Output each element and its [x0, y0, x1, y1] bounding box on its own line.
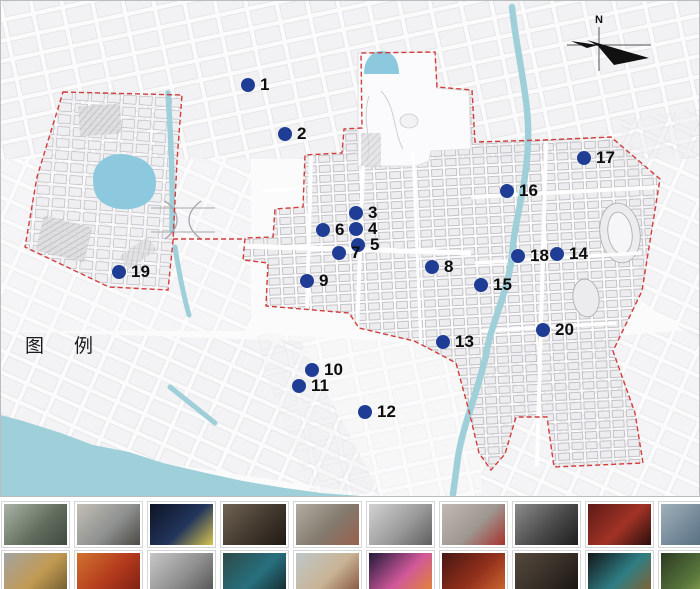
photo-strip [0, 502, 700, 589]
marker-number: 16 [519, 184, 538, 198]
marker-dot [511, 249, 525, 263]
marker-dot [425, 260, 439, 274]
marker-dot [241, 78, 255, 92]
photo-lantern-interior [440, 551, 507, 589]
marker-dot [305, 363, 319, 377]
photo-woven-artifact [2, 551, 69, 589]
map-marker-16[interactable]: 16 [500, 184, 538, 198]
marker-dot [112, 265, 126, 279]
photo-dark-exhibit [513, 551, 580, 589]
map-marker-11[interactable]: 11 [292, 379, 329, 393]
marker-number: 19 [131, 265, 150, 279]
map-marker-8[interactable]: 8 [425, 260, 453, 274]
photo-bw-figure-exhibit [513, 502, 580, 547]
map-marker-19[interactable]: 19 [112, 265, 150, 279]
photo-hall-with-crowd [221, 502, 288, 547]
marker-dot [577, 151, 591, 165]
photo-shophouse-street [2, 502, 69, 547]
photo-arch-display [586, 551, 653, 589]
photo-stone-building [367, 502, 434, 547]
photo-gallery-corridor [659, 502, 700, 547]
map-marker-7[interactable]: 7 [332, 246, 360, 260]
marker-number: 10 [324, 363, 343, 377]
map-marker-18[interactable]: 18 [511, 249, 549, 263]
marker-dot [316, 223, 330, 237]
map-marker-15[interactable]: 15 [474, 278, 512, 292]
marker-dot [358, 405, 372, 419]
marker-number: 12 [377, 405, 396, 419]
marker-dot [436, 335, 450, 349]
marker-number: 2 [297, 127, 306, 141]
photo-night-puppet-show [148, 502, 215, 547]
photo-old-shop-entrance [75, 502, 142, 547]
map-marker-9[interactable]: 9 [300, 274, 328, 288]
map-marker-6[interactable]: 6 [316, 223, 344, 237]
marker-number: 4 [368, 222, 377, 236]
photo-row-2 [0, 551, 700, 589]
marker-number: 15 [493, 278, 512, 292]
map-marker-3[interactable]: 3 [349, 206, 377, 220]
marker-dot [474, 278, 488, 292]
marker-number: 5 [370, 238, 379, 252]
marker-number: 1 [260, 78, 269, 92]
map-marker-1[interactable]: 1 [241, 78, 269, 92]
map-marker-12[interactable]: 12 [358, 405, 396, 419]
photo-bw-theater-hall [148, 551, 215, 589]
marker-dot [500, 184, 514, 198]
map-marker-2[interactable]: 2 [278, 127, 306, 141]
marker-dot [536, 323, 550, 337]
photo-temple-gate [294, 551, 361, 589]
figure-root: N 图 例 1234567891011121314151617181920 [0, 0, 700, 589]
marker-number: 20 [555, 323, 574, 337]
photo-courtyard-pool [221, 551, 288, 589]
photo-historic-interior [294, 502, 361, 547]
marker-dot [332, 246, 346, 260]
marker-number: 13 [455, 335, 474, 349]
marker-layer: 1234567891011121314151617181920 [1, 1, 699, 496]
map-marker-13[interactable]: 13 [436, 335, 474, 349]
photo-arcade-facade [440, 502, 507, 547]
map-marker-4[interactable]: 4 [349, 222, 377, 236]
marker-number: 7 [351, 246, 360, 260]
marker-number: 14 [569, 247, 588, 261]
marker-number: 6 [335, 223, 344, 237]
marker-number: 17 [596, 151, 615, 165]
city-map: N 图 例 1234567891011121314151617181920 [0, 0, 700, 497]
marker-dot [349, 206, 363, 220]
marker-dot [550, 247, 564, 261]
map-marker-10[interactable]: 10 [305, 363, 343, 377]
marker-dot [349, 222, 363, 236]
map-marker-17[interactable]: 17 [577, 151, 615, 165]
marker-dot [278, 127, 292, 141]
marker-number: 8 [444, 260, 453, 274]
map-marker-14[interactable]: 14 [550, 247, 588, 261]
photo-red-textiles [75, 551, 142, 589]
marker-dot [300, 274, 314, 288]
marker-number: 18 [530, 249, 549, 263]
marker-number: 3 [368, 206, 377, 220]
photo-night-garden [659, 551, 700, 589]
marker-dot [292, 379, 306, 393]
marker-number: 11 [311, 379, 329, 393]
map-marker-20[interactable]: 20 [536, 323, 574, 337]
photo-row-1 [0, 502, 700, 547]
marker-number: 9 [319, 274, 328, 288]
photo-red-shrine [586, 502, 653, 547]
photo-festival-lanterns [367, 551, 434, 589]
